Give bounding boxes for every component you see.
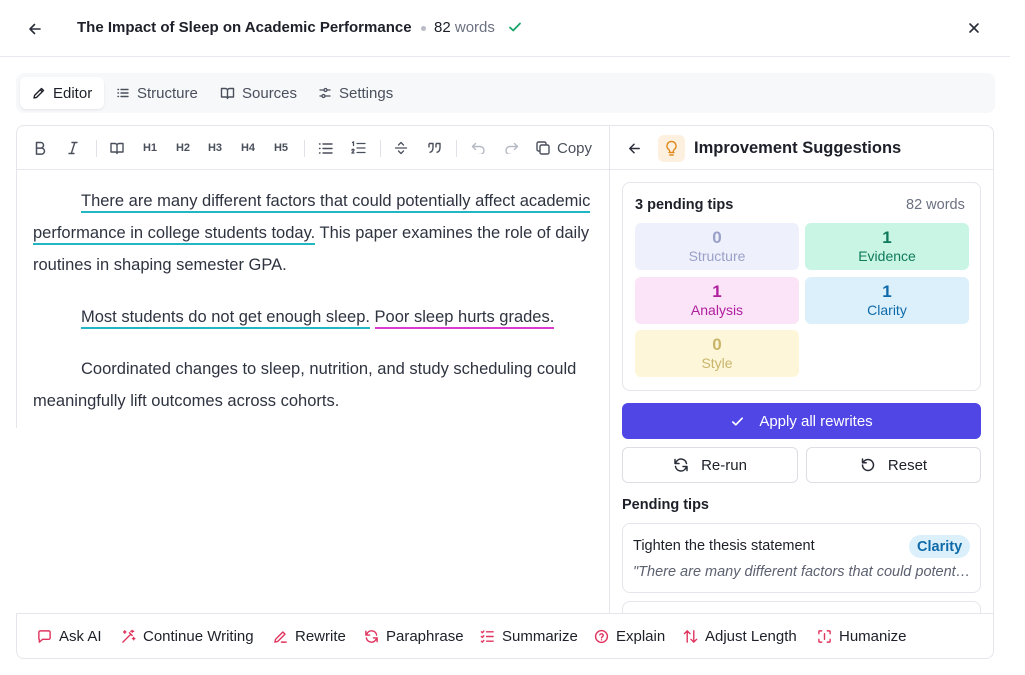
continue-writing-button[interactable]: Continue Writing xyxy=(121,627,254,645)
heading-5-icon: H5 xyxy=(273,142,289,154)
heading-4-button[interactable]: H4 xyxy=(235,136,261,160)
rewrite-button[interactable]: Rewrite xyxy=(273,627,346,645)
refresh-icon xyxy=(365,629,378,643)
separator-dot xyxy=(421,26,426,31)
tip-category-badge: Clarity xyxy=(909,535,971,558)
humanize-button[interactable]: Humanize xyxy=(817,627,907,645)
arrow-left-icon xyxy=(29,23,41,35)
paragraph-3: Coordinated changes to sleep, nutrition,… xyxy=(33,360,577,410)
suggestions-back-button[interactable] xyxy=(623,137,645,159)
list-icon xyxy=(117,88,129,98)
italic-button[interactable] xyxy=(60,136,86,160)
redo-icon xyxy=(504,142,518,154)
category-clarity[interactable]: 1 Clarity xyxy=(805,277,969,324)
close-button[interactable] xyxy=(962,16,986,40)
list-check-icon xyxy=(480,629,494,643)
editor-toolbar: H1 H2 H3 H4 H5 Copy xyxy=(17,126,609,170)
toolbar-divider xyxy=(380,140,381,157)
undo-icon xyxy=(471,142,485,154)
adjust-length-button[interactable]: Adjust Length xyxy=(683,627,797,645)
suggestions-title: Improvement Suggestions xyxy=(694,139,902,157)
category-style[interactable]: 0 Style xyxy=(635,330,799,377)
rerun-button[interactable]: Re-run xyxy=(622,447,798,483)
arrows-up-down-icon xyxy=(683,629,698,643)
toolbar-divider xyxy=(96,140,97,157)
bullet-list-icon xyxy=(318,142,333,154)
refresh-icon xyxy=(674,458,688,472)
explain-button[interactable]: Explain xyxy=(594,627,665,645)
tip-card[interactable] xyxy=(622,523,981,593)
copy-button[interactable]: Copy xyxy=(535,136,592,160)
bold-button[interactable] xyxy=(27,136,53,160)
undo-button[interactable] xyxy=(465,136,491,160)
reset-button[interactable]: Reset xyxy=(806,447,981,483)
redo-button[interactable] xyxy=(498,136,524,160)
toolbar-divider xyxy=(456,140,457,157)
close-icon xyxy=(969,23,979,33)
lightbulb-icon xyxy=(658,135,685,162)
apply-all-rewrites-button[interactable]: Apply all rewrites xyxy=(622,403,981,439)
tab-editor[interactable]: Editor xyxy=(20,77,105,109)
heading-3-icon: H3 xyxy=(207,142,223,154)
help-circle-icon xyxy=(594,629,609,643)
pen-icon xyxy=(274,630,287,643)
category-evidence[interactable]: 1 Evidence xyxy=(805,223,969,270)
quote-icon xyxy=(427,142,441,154)
editor-content[interactable]: There are many different factors that co… xyxy=(33,185,593,437)
back-button[interactable] xyxy=(22,16,48,42)
category-analysis[interactable]: 1 Analysis xyxy=(635,277,799,324)
toolbar-divider xyxy=(304,140,305,157)
paraphrase-button[interactable]: Paraphrase xyxy=(364,627,464,645)
numbered-list-icon xyxy=(350,141,366,154)
book-icon xyxy=(110,142,124,155)
divider-button[interactable] xyxy=(388,136,414,160)
reset-icon xyxy=(861,458,875,472)
word-count: 82 words xyxy=(434,19,495,36)
tab-sources[interactable]: Sources xyxy=(208,77,309,109)
numbered-list-button[interactable] xyxy=(345,136,371,160)
heading-2-button[interactable]: H2 xyxy=(170,136,196,160)
flagged-sentence-evidence[interactable]: Most students do not get enough sleep. xyxy=(81,308,370,329)
sliders-icon xyxy=(319,87,331,99)
copy-icon xyxy=(536,141,550,155)
paragraph-1: There are many different factors that co… xyxy=(33,192,591,274)
ask-ai-button[interactable]: Ask AI xyxy=(37,627,102,645)
quote-button[interactable] xyxy=(421,136,447,160)
saved-check-icon xyxy=(507,19,523,35)
heading-1-icon: H1 xyxy=(142,142,158,154)
heading-2-icon: H2 xyxy=(175,142,191,154)
category-structure[interactable]: 0 Structure xyxy=(635,223,799,270)
pencil-icon xyxy=(33,87,45,99)
pending-tips-count: 3 pending tips xyxy=(635,197,734,213)
heading-4-icon: H4 xyxy=(240,142,256,154)
magic-wand-icon xyxy=(122,629,136,643)
bullet-list-button[interactable] xyxy=(312,136,338,160)
bold-icon xyxy=(35,141,46,155)
tab-structure[interactable]: Structure xyxy=(104,77,210,109)
italic-icon xyxy=(68,141,78,155)
tips-word-count: 82 words xyxy=(906,197,965,213)
check-icon xyxy=(732,416,744,426)
heading-1-button[interactable]: H1 xyxy=(137,136,163,160)
book-button[interactable] xyxy=(104,136,130,160)
heading-3-button[interactable]: H3 xyxy=(202,136,228,160)
chat-icon xyxy=(38,629,51,643)
book-icon xyxy=(220,87,235,100)
tip-quote: "There are many different factors that c… xyxy=(633,564,971,580)
scan-icon xyxy=(818,629,831,643)
flagged-sentence-analysis[interactable]: Poor sleep hurts grades. xyxy=(374,308,555,329)
tab-bar: Editor Structure Sources Settings xyxy=(16,73,995,113)
arrow-left-icon xyxy=(628,143,640,153)
summarize-button[interactable]: Summarize xyxy=(480,627,578,645)
horizontal-rule-icon xyxy=(394,141,408,155)
tip-title: Tighten the thesis statement xyxy=(633,538,815,554)
pending-tips-heading: Pending tips xyxy=(622,497,709,513)
document-title: The Impact of Sleep on Academic Performa… xyxy=(77,19,412,36)
tab-settings[interactable]: Settings xyxy=(306,77,405,109)
paragraph-2: Most students do not get enough sleep. P… xyxy=(33,301,593,333)
heading-5-button[interactable]: H5 xyxy=(268,136,294,160)
